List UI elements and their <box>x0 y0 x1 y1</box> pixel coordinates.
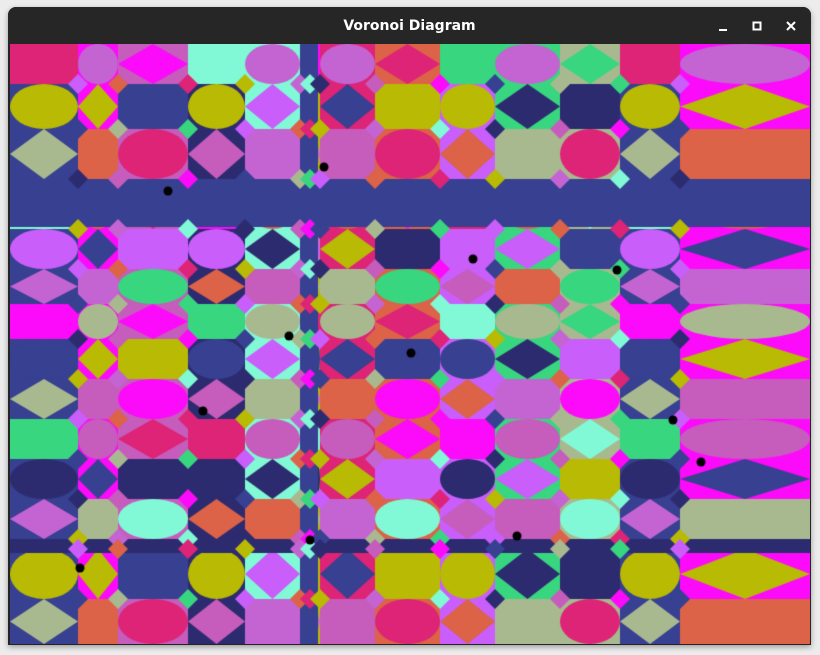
maximize-icon <box>752 21 762 31</box>
voronoi-canvas-area[interactable] <box>10 44 810 644</box>
voronoi-diagram-canvas[interactable] <box>10 44 810 644</box>
window-title: Voronoi Diagram <box>343 18 476 34</box>
close-button[interactable] <box>780 15 802 37</box>
minimize-button[interactable] <box>712 15 734 37</box>
title-bar[interactable]: Voronoi Diagram <box>8 7 811 44</box>
app-window: Voronoi Diagram <box>8 7 811 645</box>
close-icon <box>786 21 796 31</box>
minimize-icon <box>719 29 727 31</box>
maximize-button[interactable] <box>746 15 768 37</box>
